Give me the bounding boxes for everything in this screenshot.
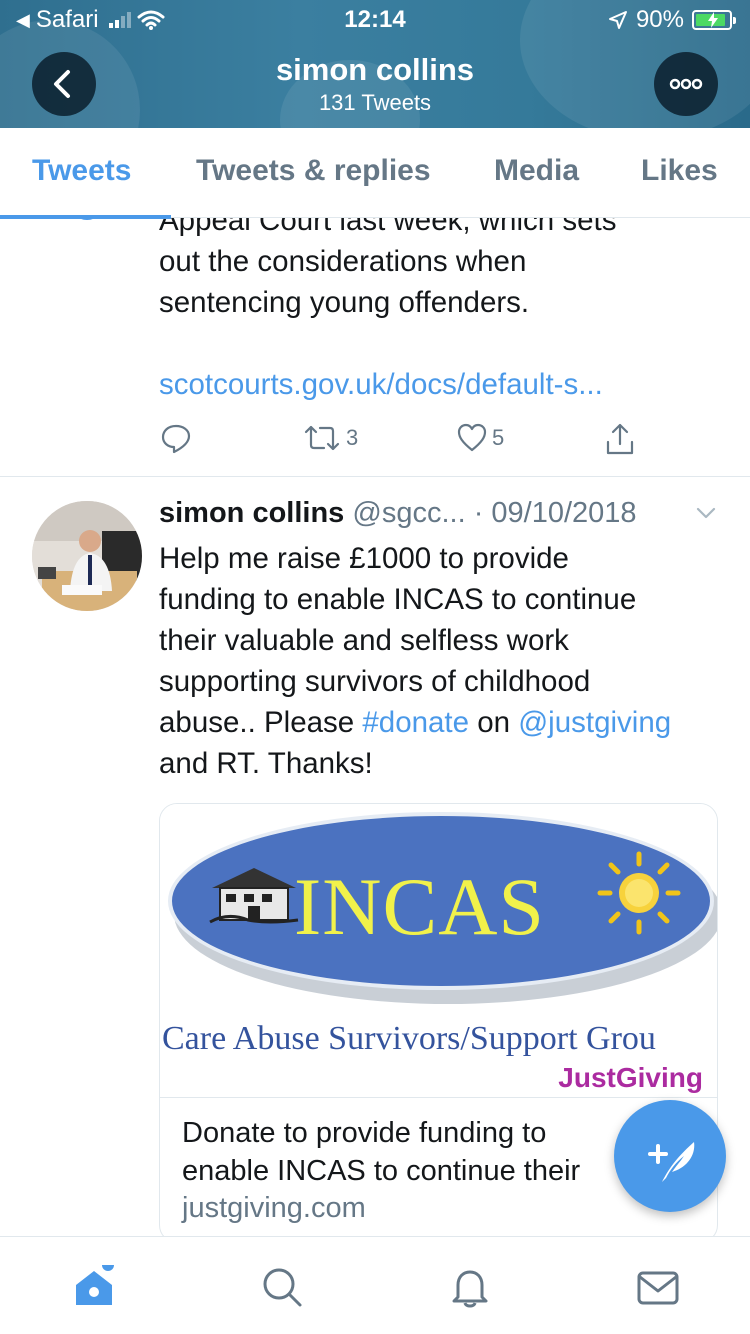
tweet-2-line: Help me raise £1000 to provide — [159, 542, 569, 575]
battery-percent: 90% — [635, 6, 684, 33]
nav-notifications[interactable] — [448, 1265, 492, 1309]
profile-header: ◀ Safari 12:14 90% simon collins 131 Twe… — [0, 0, 750, 128]
reply-icon — [161, 424, 191, 454]
tweet-2-line: and RT. Thanks! — [159, 747, 373, 780]
like-button[interactable]: 5 — [456, 422, 504, 454]
mail-icon — [637, 1271, 679, 1305]
nav-home[interactable] — [72, 1259, 116, 1309]
status-right: 90% — [608, 6, 736, 34]
nav-search[interactable] — [260, 1265, 304, 1309]
tab-tweets[interactable]: Tweets — [32, 154, 131, 188]
more-dots-icon — [669, 78, 703, 90]
bell-icon — [452, 1270, 488, 1308]
tweet-2-line: their valuable and selfless work — [159, 624, 569, 657]
card-image: INCAS Care Abuse Survivors/Support Grou … — [160, 804, 717, 1098]
tweet-2-line: supporting survivors of childhood — [159, 665, 591, 698]
compose-tweet-button[interactable] — [614, 1100, 726, 1212]
tweet-2-text-part: on — [469, 706, 519, 739]
profile-name-title: simon collins — [275, 52, 475, 87]
like-count: 5 — [492, 425, 505, 450]
charging-bolt-icon — [708, 12, 718, 28]
share-button[interactable] — [604, 422, 636, 456]
tweet-1-line: sentencing young offenders. — [159, 286, 530, 319]
tweet-count: 131 Tweets — [318, 90, 432, 115]
reply-button[interactable] — [160, 422, 192, 454]
retweet-icon — [304, 425, 340, 451]
retweet-button[interactable]: 3 — [302, 422, 358, 454]
tweet-1-text: Appeal Court last week, which sets out t… — [159, 200, 729, 405]
share-icon — [606, 423, 634, 455]
tweet-2-text: Help me raise £1000 to provide funding t… — [159, 538, 729, 784]
house-logo-icon — [209, 868, 299, 924]
author-handle[interactable]: @sgcc... — [352, 497, 465, 529]
justgiving-logo: JustGiving — [558, 1062, 703, 1093]
chevron-down-icon[interactable] — [696, 506, 716, 520]
home-icon — [76, 1259, 114, 1305]
status-bar: ◀ Safari 12:14 90% — [0, 0, 750, 40]
bottom-tab-bar — [0, 1236, 750, 1334]
profile-tabs: Tweets Tweets & replies Media Likes — [0, 128, 750, 219]
tweet-2-line: funding to enable INCAS to continue — [159, 583, 637, 616]
avatar-photo — [32, 501, 142, 611]
tab-tweets-and-replies[interactable]: Tweets & replies — [196, 154, 431, 188]
tweet-2-text-part: abuse.. Please — [159, 706, 363, 739]
location-arrow-icon — [608, 11, 627, 29]
tweet-divider — [0, 476, 750, 477]
heart-icon — [457, 423, 487, 452]
tweet-date: · 09/10/2018 — [473, 497, 637, 529]
card-image-caption: Care Abuse Survivors/Support Grou — [162, 1020, 656, 1057]
hashtag-link[interactable]: #donate — [362, 706, 469, 739]
retweet-count: 3 — [346, 425, 359, 450]
sun-logo-icon — [597, 851, 681, 935]
author-name[interactable]: simon collins — [159, 497, 344, 529]
active-tab-indicator — [0, 215, 171, 219]
battery-icon — [692, 10, 736, 30]
mention-link[interactable]: @justgiving — [518, 706, 671, 739]
tweet-1-line: out the considerations when — [159, 245, 527, 278]
nav-messages[interactable] — [636, 1265, 680, 1309]
more-options-button[interactable] — [654, 52, 718, 116]
compose-tweet-icon — [648, 1142, 695, 1182]
tweet-2-header: simon collins @sgcc... · 09/10/2018 — [159, 497, 637, 530]
avatar[interactable] — [32, 501, 142, 611]
incas-logo-text: INCAS — [294, 861, 546, 952]
tab-likes[interactable]: Likes — [641, 154, 718, 188]
search-icon — [263, 1268, 302, 1307]
tab-media[interactable]: Media — [494, 154, 579, 188]
tweet-2-line: abuse.. Please #donate on @justgiving — [159, 702, 729, 743]
tweet-1-link[interactable]: scotcourts.gov.uk/docs/default-s... — [159, 364, 729, 405]
